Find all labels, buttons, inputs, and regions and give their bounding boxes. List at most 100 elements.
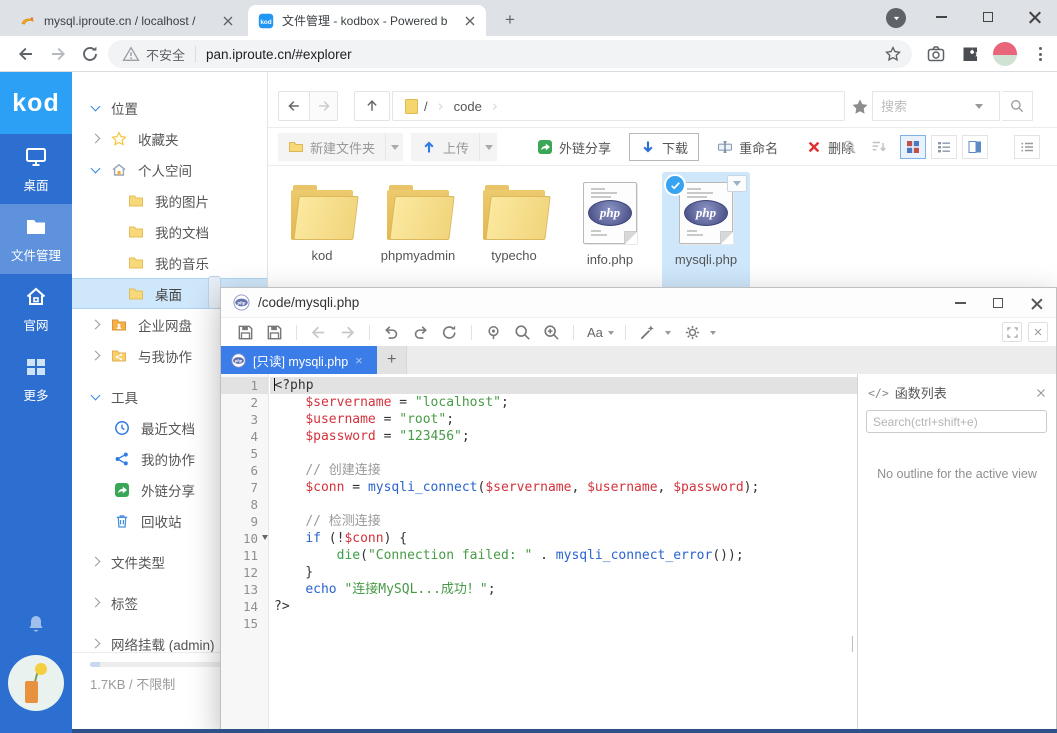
- browser-menu-icon[interactable]: [1032, 44, 1048, 64]
- rail-item-more[interactable]: 更多: [0, 344, 72, 414]
- save-icon[interactable]: [236, 323, 255, 342]
- editor-tab-mysqli[interactable]: php [只读] mysqli.php ×: [221, 346, 377, 374]
- toolbar-button-upload[interactable]: 上传: [411, 133, 479, 161]
- toolbar-caret-button[interactable]: [479, 133, 497, 161]
- item-menu-caret-button[interactable]: [727, 175, 747, 192]
- theme-wand-icon[interactable]: [638, 323, 657, 342]
- search-button[interactable]: [1002, 91, 1033, 121]
- chevron-right-icon[interactable]: [91, 639, 101, 649]
- security-warning-icon[interactable]: [122, 45, 140, 63]
- editor-minimize-button[interactable]: [940, 288, 980, 318]
- editor-title-bar[interactable]: php /code/mysqli.php: [221, 288, 1056, 318]
- user-avatar[interactable]: [8, 655, 64, 711]
- window-maximize-button[interactable]: [966, 0, 1010, 34]
- view-grid-button[interactable]: [900, 135, 926, 159]
- code-editor-area[interactable]: <?php $servername = "localhost"; $userna…: [270, 374, 858, 732]
- view-list-button[interactable]: [931, 135, 957, 159]
- tab-close-icon[interactable]: [220, 13, 236, 29]
- font-size-button[interactable]: Aa: [587, 325, 603, 340]
- tab-close-icon[interactable]: ×: [355, 353, 367, 368]
- search-icon[interactable]: [513, 323, 532, 342]
- breadcrumb[interactable]: / › code ›: [392, 91, 845, 121]
- file-item-phpmyadmin[interactable]: phpmyadmin: [374, 172, 462, 290]
- toolbar-button-external-share[interactable]: 外链分享: [527, 133, 621, 161]
- sort-icon[interactable]: [870, 138, 888, 156]
- file-item-mysqli.php[interactable]: phpmysqli.php: [662, 172, 750, 290]
- search-options-caret-icon[interactable]: [975, 104, 983, 113]
- browser-profile-avatar[interactable]: [993, 42, 1017, 66]
- view-columns-button[interactable]: [962, 135, 988, 159]
- search-replace-icon[interactable]: [542, 323, 561, 342]
- window-close-button[interactable]: [1013, 0, 1057, 34]
- tree-item[interactable]: 我的图片: [72, 185, 267, 216]
- new-tab-button[interactable]: +: [498, 8, 522, 32]
- editor-panel-close-button[interactable]: [1028, 322, 1048, 342]
- window-minimize-button[interactable]: [919, 0, 963, 34]
- breadcrumb-root[interactable]: /: [424, 99, 428, 114]
- refresh-icon[interactable]: [440, 323, 459, 342]
- back-button[interactable]: [16, 44, 36, 64]
- chevron-right-icon[interactable]: [91, 598, 101, 608]
- search-input[interactable]: [873, 99, 969, 114]
- chevron-right-icon[interactable]: [91, 351, 101, 361]
- tab-close-icon[interactable]: [462, 13, 478, 29]
- settings-gear-icon[interactable]: [683, 323, 702, 342]
- redo-icon[interactable]: [411, 323, 430, 342]
- chevron-down-icon[interactable]: [91, 390, 101, 400]
- tree-item[interactable]: 我的文档: [72, 216, 267, 247]
- screenshot-camera-icon[interactable]: [926, 44, 946, 64]
- history-back-icon[interactable]: [309, 323, 328, 342]
- browser-tab-kodbox[interactable]: kod 文件管理 - kodbox - Powered b: [248, 5, 486, 36]
- security-label[interactable]: 不安全: [146, 45, 185, 64]
- toolbar-button-download[interactable]: 下载: [629, 133, 699, 161]
- file-item-info.php[interactable]: phpinfo.php: [566, 172, 654, 290]
- browser-tab-phpmyadmin[interactable]: mysql.iproute.cn / localhost /: [10, 5, 244, 36]
- rail-item-desktop[interactable]: 桌面: [0, 134, 72, 204]
- chevron-down-icon[interactable]: [91, 163, 101, 173]
- undo-icon[interactable]: [382, 323, 401, 342]
- reload-button[interactable]: [80, 44, 100, 64]
- tree-section[interactable]: 位置: [72, 92, 267, 123]
- outline-close-icon[interactable]: [1034, 386, 1048, 400]
- fold-marker-icon[interactable]: [262, 535, 268, 543]
- kod-logo[interactable]: kod: [0, 72, 72, 134]
- editor-fullscreen-button[interactable]: [1002, 322, 1022, 342]
- tree-item[interactable]: 个人空间: [72, 154, 267, 185]
- file-item-typecho[interactable]: typecho: [470, 172, 558, 290]
- rail-item-file-manager[interactable]: 文件管理: [0, 204, 72, 274]
- nav-forward-button[interactable]: [309, 91, 338, 121]
- goto-location-icon[interactable]: [484, 323, 503, 342]
- forward-button[interactable]: [48, 44, 68, 64]
- zoom-icon[interactable]: [840, 138, 858, 156]
- chevron-right-icon[interactable]: [91, 134, 101, 144]
- chevron-down-icon[interactable]: [91, 101, 101, 111]
- media-control-button[interactable]: [886, 8, 906, 28]
- address-bar[interactable]: 不安全 pan.iproute.cn/#explorer: [108, 40, 912, 68]
- breadcrumb-segment-code[interactable]: code: [454, 99, 482, 114]
- nav-up-button[interactable]: [354, 91, 390, 121]
- editor-maximize-button[interactable]: [978, 288, 1018, 318]
- selected-check-badge[interactable]: [664, 174, 686, 196]
- editor-new-tab-button[interactable]: +: [377, 346, 407, 374]
- search-box[interactable]: [872, 91, 1000, 121]
- toolbar-button-rename[interactable]: 重命名: [707, 133, 788, 161]
- panel-settings-button[interactable]: [1014, 135, 1040, 159]
- toolbar-caret-button[interactable]: [385, 133, 403, 161]
- favorite-star-icon[interactable]: [849, 97, 871, 117]
- nav-back-button[interactable]: [278, 91, 310, 121]
- tree-item[interactable]: 我的音乐: [72, 247, 267, 278]
- history-forward-icon[interactable]: [338, 323, 357, 342]
- rail-item-official-site[interactable]: 官网: [0, 274, 72, 344]
- tree-item[interactable]: 收藏夹: [72, 123, 267, 154]
- notifications-bell-icon[interactable]: [24, 612, 48, 636]
- save-as-icon[interactable]: [265, 323, 284, 342]
- outline-search-input[interactable]: [866, 410, 1047, 433]
- chevron-right-icon[interactable]: [91, 557, 101, 567]
- file-item-kod[interactable]: kod: [278, 172, 366, 290]
- editor-close-button[interactable]: [1016, 288, 1056, 318]
- url-text[interactable]: pan.iproute.cn/#explorer: [206, 47, 884, 62]
- bookmark-star-icon[interactable]: [884, 45, 902, 63]
- toolbar-button-new-folder[interactable]: 新建文件夹: [278, 133, 385, 161]
- chevron-right-icon[interactable]: [91, 320, 101, 330]
- extensions-puzzle-icon[interactable]: [960, 44, 980, 64]
